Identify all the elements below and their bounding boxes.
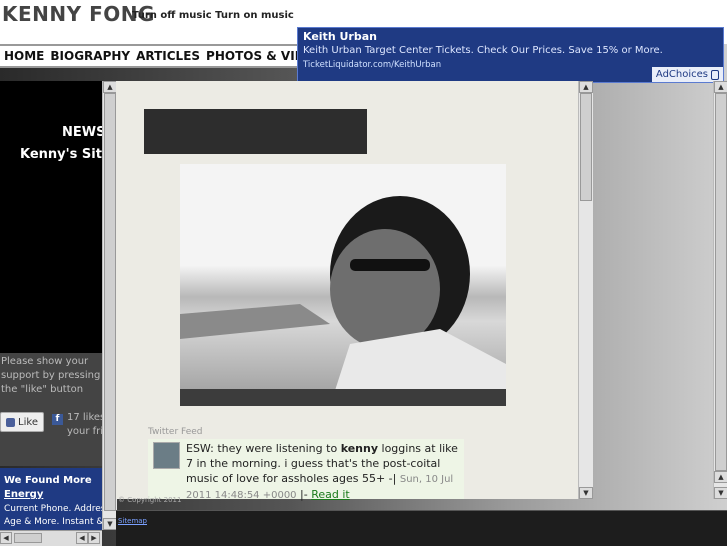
scroll-up-arrow-icon[interactable]: ▲ <box>714 81 727 93</box>
sitemap-link[interactable]: Sitemap <box>118 517 147 525</box>
nav-home[interactable]: HOME <box>0 46 46 63</box>
content-banner <box>144 109 367 154</box>
adchoices-icon <box>711 69 719 80</box>
photo-caption-bar <box>180 389 506 406</box>
read-it-link[interactable]: Read it <box>311 488 350 501</box>
turn-off-music-link[interactable]: Turn off music <box>132 10 212 21</box>
like-button[interactable]: Like <box>0 412 44 432</box>
scroll-down-arrow-icon[interactable]: ▼ <box>103 518 117 530</box>
promo-link[interactable]: Energy <box>4 489 43 500</box>
nav-photos-video[interactable]: PHOTOS & VIDEO <box>202 46 300 63</box>
horizontal-scroll-thumb[interactable] <box>14 533 42 543</box>
scroll-down-arrow-icon[interactable]: ▼ <box>714 487 727 499</box>
news-heading: NEWS <box>62 125 106 140</box>
content-scrollbar[interactable]: ▲ ▼ <box>578 81 593 499</box>
turn-on-music-link[interactable]: Turn on music <box>215 10 294 21</box>
support-text: Please show your support by pressing the… <box>1 356 101 395</box>
avatar <box>153 442 180 469</box>
tweet-author: kenny <box>340 442 379 455</box>
nav-biography[interactable]: BIOGRAPHY <box>46 46 132 63</box>
horizontal-scrollbar[interactable]: ◀ ◀ ▶ <box>0 530 102 546</box>
likes-count: 17 likes <box>67 412 102 423</box>
adchoices-button[interactable]: AdChoices <box>651 67 723 82</box>
promo-ad[interactable]: We Found More Energy Current Phone. Addr… <box>0 468 102 530</box>
tweet-separator: |- <box>296 488 312 501</box>
tweet-text-start: ESW: they were listening to <box>186 442 341 455</box>
scroll-down-arrow-icon[interactable]: ▼ <box>579 487 593 499</box>
scroll-up-arrow-icon[interactable]: ▲ <box>579 81 593 93</box>
profile-photo <box>180 164 506 406</box>
main-nav: HOMEBIOGRAPHYARTICLESPHOTOS & VIDEO <box>0 44 300 68</box>
copyright: © Copyright 2011 <box>118 496 182 504</box>
left-news-panel <box>0 81 102 353</box>
scroll-right-arrow-icon[interactable]: ▶ <box>88 532 100 544</box>
tweet-text: ESW: they were listening to kenny loggin… <box>186 441 462 503</box>
scroll-thumb[interactable] <box>715 93 727 471</box>
scroll-up-arrow-icon[interactable]: ▲ <box>103 81 117 93</box>
like-thumb-icon <box>6 417 16 427</box>
scroll-thumb[interactable] <box>104 93 116 511</box>
promo-text-line: Current Phone. Address <box>4 504 102 514</box>
nav-articles[interactable]: ARTICLES <box>132 46 202 63</box>
scroll-up-arrow-icon[interactable]: ▲ <box>714 471 727 483</box>
content-frame: Twitter Feed ESW: they were listening to… <box>116 81 578 501</box>
scroll-left-arrow-icon[interactable]: ◀ <box>0 532 12 544</box>
scroll-left-arrow-icon[interactable]: ◀ <box>76 532 88 544</box>
ad-banner[interactable]: Keith Urban Keith Urban Target Center Ti… <box>297 27 724 83</box>
page-scrollbar[interactable]: ▲ ▲ ▼ <box>713 81 727 499</box>
likes-friends: your friends <box>67 426 102 437</box>
scroll-thumb[interactable] <box>580 93 592 201</box>
ad-text[interactable]: Keith Urban Target Center Tickets. Check… <box>303 45 663 56</box>
promo-text-line: Age & More. Instant & <box>4 517 102 527</box>
ad-title[interactable]: Keith Urban <box>303 30 377 43</box>
left-panel-scrollbar[interactable]: ▲ ▼ <box>102 81 117 530</box>
site-heading: Kenny's Site <box>20 147 102 162</box>
promo-title[interactable]: We Found More <box>4 475 92 486</box>
footer <box>116 510 727 546</box>
ad-url[interactable]: TicketLiquidator.com/KeithUrban <box>303 60 441 70</box>
profile-photo-drawing <box>180 196 506 406</box>
tweet: ESW: they were listening to kenny loggin… <box>148 439 464 501</box>
music-controls: Turn off music Turn on music <box>132 10 294 21</box>
like-label: Like <box>18 416 38 428</box>
adchoices-label: AdChoices <box>655 69 708 80</box>
twitter-feed-label: Twitter Feed <box>148 427 203 437</box>
facebook-icon: f <box>52 414 63 425</box>
